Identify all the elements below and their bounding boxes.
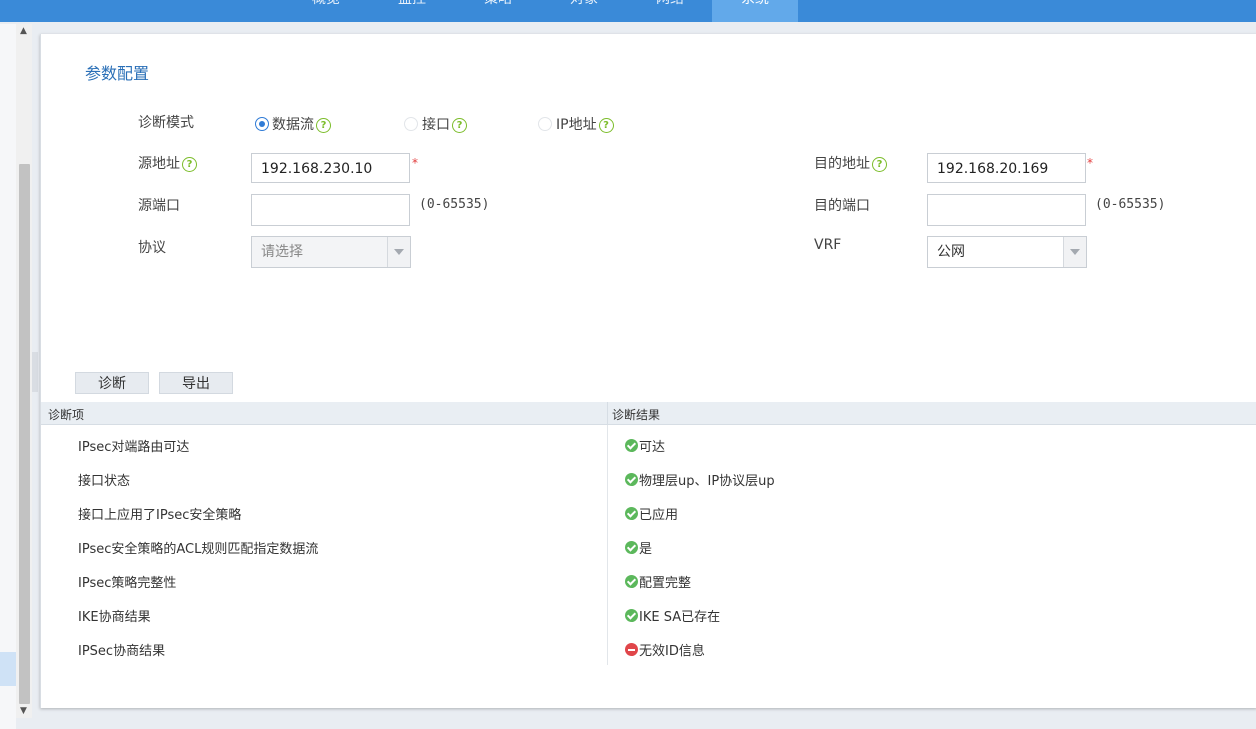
chevron-down-icon[interactable] — [387, 237, 410, 267]
nav-tab-overview[interactable]: 概览 — [290, 0, 362, 22]
dst-addr-input[interactable]: 192.168.20.169 — [927, 153, 1086, 183]
row-result: 可达 — [625, 436, 665, 455]
check-icon — [625, 609, 638, 622]
error-icon — [625, 643, 638, 656]
src-addr-label: 源地址? — [138, 153, 197, 173]
panel-splitter-handle[interactable] — [32, 352, 38, 392]
mode-option-dataflow[interactable]: 数据流? — [272, 114, 331, 134]
row-item: IKE协商结果 — [78, 610, 151, 625]
chevron-down-icon[interactable] — [1063, 237, 1086, 267]
check-icon — [625, 541, 638, 554]
src-port-label: 源端口 — [138, 198, 180, 214]
row-item: IPSec协商结果 — [78, 644, 166, 659]
required-mark: * — [412, 156, 418, 170]
nav-tab-monitor[interactable]: 监控 — [376, 0, 448, 22]
table-row[interactable]: IPSec协商结果 无效ID信息 — [41, 632, 1256, 666]
nav-tab-network[interactable]: 网络 — [634, 0, 706, 22]
scroll-down-arrow-icon[interactable]: ▼ — [20, 706, 27, 716]
row-result: 无效ID信息 — [625, 640, 705, 659]
column-divider — [607, 402, 608, 424]
dst-port-range: (0-65535) — [1095, 197, 1166, 212]
check-icon — [625, 575, 638, 588]
table-row[interactable]: 接口状态 物理层up、IP协议层up — [41, 462, 1256, 496]
dst-port-input[interactable] — [927, 194, 1086, 226]
nav-tab-object[interactable]: 对象 — [548, 0, 620, 22]
help-icon[interactable]: ? — [452, 118, 467, 133]
scrollbar-thumb[interactable] — [19, 164, 30, 704]
mode-label: 诊断模式 — [138, 115, 194, 131]
export-button[interactable]: 导出 — [159, 372, 233, 394]
scroll-up-arrow-icon[interactable]: ▲ — [20, 26, 27, 36]
row-item: 接口上应用了IPsec安全策略 — [78, 508, 242, 523]
page-title: 参数配置 — [85, 64, 150, 83]
left-nav-strip — [0, 24, 16, 729]
table-row[interactable]: IPsec策略完整性 配置完整 — [41, 564, 1256, 598]
mode-option-interface[interactable]: 接口? — [422, 114, 467, 134]
vrf-label: VRF — [814, 237, 842, 253]
config-panel: 参数配置 诊断模式 数据流? 接口? IP地址? 源地址? 192.168.23… — [40, 34, 1256, 708]
mode-radio-ip[interactable] — [538, 117, 552, 131]
row-item: IPsec安全策略的ACL规则匹配指定数据流 — [78, 542, 319, 557]
row-result: 物理层up、IP协议层up — [625, 470, 775, 489]
vrf-select[interactable]: 公网 — [927, 236, 1087, 268]
help-icon[interactable]: ? — [872, 157, 887, 172]
mode-radio-dataflow[interactable] — [255, 117, 269, 131]
left-nav-highlight[interactable] — [0, 652, 16, 686]
table-row[interactable]: IKE协商结果 IKE SA已存在 — [41, 598, 1256, 632]
row-result: 是 — [625, 538, 652, 557]
row-item: IPsec策略完整性 — [78, 576, 177, 591]
mode-radio-interface[interactable] — [404, 117, 418, 131]
nav-tab-system[interactable]: 系统 — [712, 0, 798, 22]
row-result: IKE SA已存在 — [625, 606, 720, 625]
help-icon[interactable]: ? — [316, 118, 331, 133]
col-header-item[interactable]: 诊断项 — [48, 406, 84, 423]
src-port-range: (0-65535) — [419, 197, 490, 212]
help-icon[interactable]: ? — [598, 118, 614, 133]
check-icon — [625, 507, 638, 520]
row-item: 接口状态 — [78, 474, 131, 489]
col-header-result[interactable]: 诊断结果 — [612, 406, 660, 423]
protocol-select-value: 请选择 — [261, 244, 303, 260]
help-icon[interactable]: ? — [182, 157, 197, 172]
dst-port-label: 目的端口 — [814, 198, 870, 214]
top-nav: 概览 监控 策略 对象 网络 系统 — [0, 0, 1256, 22]
vertical-scrollbar[interactable]: ▲ ▼ — [16, 24, 32, 718]
dst-addr-label: 目的地址? — [814, 153, 887, 173]
check-icon — [625, 439, 638, 452]
table-row[interactable]: 接口上应用了IPsec安全策略 已应用 — [41, 496, 1256, 530]
required-mark: * — [1087, 156, 1093, 170]
row-result: 配置完整 — [625, 572, 691, 591]
row-result: 已应用 — [625, 504, 678, 523]
protocol-label: 协议 — [138, 240, 166, 256]
vrf-select-value: 公网 — [937, 244, 965, 260]
table-row[interactable]: IPsec安全策略的ACL规则匹配指定数据流 是 — [41, 530, 1256, 564]
nav-tab-policy[interactable]: 策略 — [462, 0, 534, 22]
src-port-input[interactable] — [251, 194, 410, 226]
row-item: IPsec对端路由可达 — [78, 440, 190, 455]
result-table-header: 诊断项 诊断结果 — [41, 402, 1256, 425]
src-addr-input[interactable]: 192.168.230.10 — [251, 153, 410, 183]
table-row[interactable]: IPsec对端路由可达 可达 — [41, 428, 1256, 462]
mode-option-ip[interactable]: IP地址? — [556, 114, 614, 134]
protocol-select[interactable]: 请选择 — [251, 236, 411, 268]
diagnose-button[interactable]: 诊断 — [75, 372, 149, 394]
check-icon — [625, 473, 638, 486]
